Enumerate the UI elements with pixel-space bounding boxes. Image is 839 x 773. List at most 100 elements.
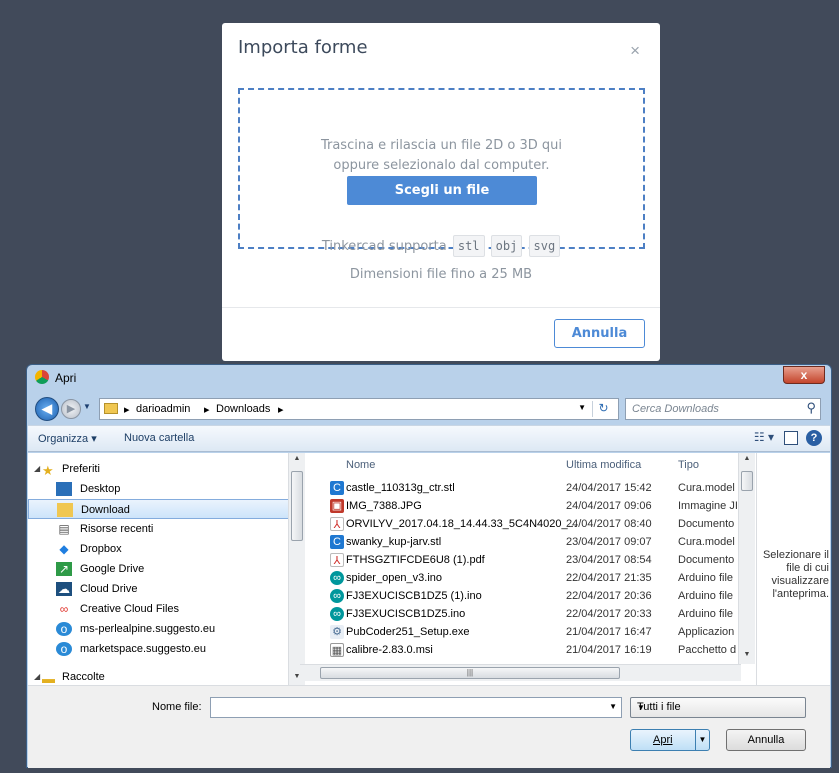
file-row[interactable]: ⅄ FTHSGZTIFCDE6U8 (1).pdf 23/04/2017 08:… [300,551,738,569]
file-row[interactable]: ▦ calibre-2.83.0.msi 21/04/2017 16:19 Pa… [300,641,738,659]
file-name: FJ3EXUCISCB1DZ5 (1).ino [346,590,482,602]
breadcrumb-downloads[interactable]: Downloads [216,403,270,415]
navigation-bar: ◀ ▶ ▼ ▸ darioadmin ▸ Downloads ▸ ▼ ↻ Cer… [33,397,825,421]
file-list-scrollbar[interactable]: ▲ ▼ [738,453,755,664]
sidebar-item-desktop[interactable]: Desktop [28,479,290,499]
sidebar-item-marketspace[interactable]: o marketspace.suggesto.eu [28,639,290,659]
sidebar-item-label: Download [81,504,130,516]
chevron-down-icon[interactable]: ▼ [609,702,617,711]
scrollbar-thumb[interactable] [741,471,753,491]
file-row[interactable]: ⅄ ORVILYV_2017.04.18_14.44.33_5C4N4020_.… [300,515,738,533]
chevron-down-icon[interactable]: ▼ [578,403,586,412]
file-row[interactable]: ∞ FJ3EXUCISCB1DZ5 (1).ino 22/04/2017 20:… [300,587,738,605]
pdf-icon: ⅄ [330,553,344,567]
drop-zone[interactable]: Trascina e rilascia un file 2D o 3D qui … [238,88,645,249]
dialog-footer: Nome file: ▼ Tutti i file ▼ Apri ▼ Annul… [28,685,830,768]
command-toolbar: Organizza ▾ Nuova cartella ☷ ▾ ? [28,425,830,452]
search-input[interactable]: Cerca Downloads ⚲ [625,398,821,420]
file-name: castle_110313g_ctr.stl [346,482,455,494]
sidebar-item-creative-cloud[interactable]: ∞ Creative Cloud Files [28,599,290,619]
file-row[interactable]: C castle_110313g_ctr.stl 24/04/2017 15:4… [300,479,738,497]
search-icon[interactable]: ⚲ [806,400,816,416]
breadcrumb-darioadmin[interactable]: darioadmin [136,403,190,415]
history-dropdown-icon[interactable]: ▼ [83,402,91,411]
file-name: IMG_7388.JPG [346,500,422,512]
scroll-up-icon[interactable]: ▲ [739,455,755,462]
expand-arrow-icon[interactable]: ◢ [34,459,40,479]
file-type: Arduino file [678,590,734,602]
address-bar[interactable]: ▸ darioadmin ▸ Downloads ▸ ▼ ↻ [99,398,619,420]
sidebar-item-label: Risorse recenti [80,523,154,535]
refresh-icon[interactable]: ↻ [592,401,614,417]
file-row[interactable]: C swanky_kup-jarv.stl 23/04/2017 09:07 C… [300,533,738,551]
cura-icon: C [330,481,344,495]
arduino-icon: ∞ [330,589,344,603]
column-header-name[interactable]: Nome [346,459,375,471]
preview-message: Selezionare il file di cui visualizzare … [762,549,829,600]
file-type: Pacchetto d [678,644,737,656]
file-list[interactable]: Nome Ultima modifica Tipo C castle_11031… [300,453,738,685]
help-icon[interactable]: ? [806,430,822,446]
expand-arrow-icon[interactable]: ◢ [34,667,40,685]
sidebar-item-label: Cloud Drive [80,583,138,595]
support-label: Tinkercad supporta [321,239,447,254]
navigation-pane[interactable]: ◢ ★ Preferiti Desktop Download ▤ Risorse… [28,453,298,685]
file-row[interactable]: ∞ spider_open_v3.ino 22/04/2017 21:35 Ar… [300,569,738,587]
column-header-type[interactable]: Tipo [678,459,699,471]
supported-formats: Tinkercad supporta stl obj svg [222,235,660,257]
desktop-icon [56,482,72,496]
change-view-icon[interactable]: ☷ ▾ [754,430,774,444]
file-name: calibre-2.83.0.msi [346,644,433,656]
back-arrow-icon[interactable]: ◀ [35,397,59,421]
file-list-hscrollbar[interactable]: ||| [300,664,741,681]
sidebar-item-dropbox[interactable]: ◆ Dropbox [28,539,290,559]
sidebar-item-label: Google Drive [80,563,145,575]
file-row[interactable]: ⚙ PubCoder251_Setup.exe 21/04/2017 16:47… [300,623,738,641]
chevron-down-icon[interactable]: ▼ [695,730,709,750]
cura-icon: C [330,535,344,549]
open-button[interactable]: Apri ▼ [630,729,710,751]
open-button-label: Apri [653,734,673,746]
scroll-down-icon[interactable]: ▼ [739,651,755,658]
organize-menu[interactable]: Organizza ▾ [38,432,97,445]
sidebar-item-ms-perlealpine[interactable]: o ms-perlealpine.suggesto.eu [28,619,290,639]
file-modified: 22/04/2017 21:35 [566,572,652,584]
file-row[interactable]: ∞ FJ3EXUCISCB1DZ5.ino 22/04/2017 20:33 A… [300,605,738,623]
new-folder-button[interactable]: Nuova cartella [124,432,194,444]
file-name: swanky_kup-jarv.stl [346,536,442,548]
filename-field[interactable]: ▼ [210,697,622,718]
modal-cancel-button[interactable]: Annulla [554,319,645,348]
dropbox-icon: ◆ [59,542,69,556]
column-header-modified[interactable]: Ultima modifica [566,459,641,471]
close-icon[interactable]: × [630,41,640,61]
google-drive-icon: ↗ [56,562,72,576]
arduino-icon: ∞ [330,571,344,585]
download-folder-icon [57,503,73,517]
dialog-body: ◢ ★ Preferiti Desktop Download ▤ Risorse… [28,453,830,685]
scrollbar-thumb[interactable]: ||| [320,667,620,679]
choose-file-button[interactable]: Scegli un file [347,176,537,205]
close-window-button[interactable]: x [783,366,825,384]
file-type: Documento [678,554,735,566]
dialog-title: Apri [55,371,77,385]
sidebar-item-label: Creative Cloud Files [80,603,180,615]
file-type: Documento [678,518,735,530]
cloud-drive-icon: ☁ [56,582,72,596]
sidebar-item-download[interactable]: Download [28,499,290,519]
file-type-select[interactable]: Tutti i file ▼ [630,697,806,718]
dialog-cancel-button[interactable]: Annulla [726,729,806,751]
sidebar-item-google-drive[interactable]: ↗ Google Drive [28,559,290,579]
creative-cloud-icon: ∞ [59,602,69,616]
sidebar-item-label: Dropbox [80,543,122,555]
file-row[interactable]: ▣ IMG_7388.JPG 24/04/2017 09:06 Immagine… [300,497,738,515]
sidebar-item-label: Desktop [80,483,121,495]
preview-pane-icon[interactable] [784,431,798,445]
tree-group-label: Raccolte [62,671,105,683]
sidebar-item-label: ms-perlealpine.suggesto.eu [80,623,216,635]
pdf-icon: ⅄ [330,517,344,531]
file-type: Applicazion [678,626,735,638]
sidebar-item-cloud-drive[interactable]: ☁ Cloud Drive [28,579,290,599]
file-modified: 21/04/2017 16:47 [566,626,652,638]
sidebar-item-recent[interactable]: ▤ Risorse recenti [28,519,290,539]
forward-arrow-icon[interactable]: ▶ [61,399,81,419]
